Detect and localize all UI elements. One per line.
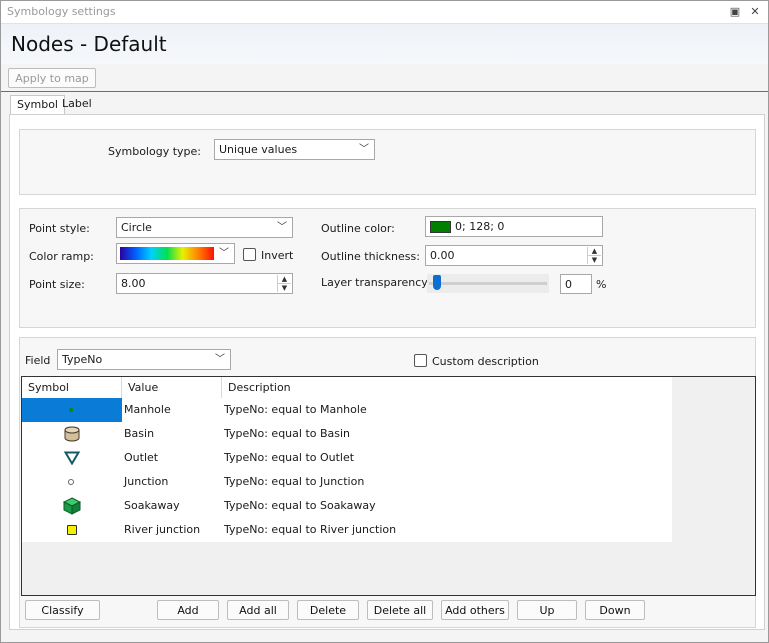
transparency-value: 0 xyxy=(565,278,572,291)
river-junction-square-icon xyxy=(67,525,77,535)
point-style-label: Point style: xyxy=(29,222,90,235)
header: Nodes - Default xyxy=(1,24,768,64)
small-green-dot-icon xyxy=(69,408,73,412)
outline-thickness-value: 0.00 xyxy=(430,249,455,262)
table-row[interactable]: Basin TypeNo: equal to Basin xyxy=(22,422,672,446)
style-panel: Point style: Circle ﹀ Color ramp: ﹀ Inve… xyxy=(19,208,756,328)
classify-button[interactable]: Classify xyxy=(25,600,100,620)
chevron-down-icon: ﹀ xyxy=(219,248,229,259)
symbology-settings-window: Symbology settings ▣ ✕ Nodes - Default A… xyxy=(0,0,769,643)
restore-icon[interactable]: ▣ xyxy=(727,4,743,20)
color-ramp-swatch xyxy=(120,247,214,260)
color-ramp-label: Color ramp: xyxy=(29,250,94,263)
value-cell: Manhole xyxy=(124,403,171,416)
table-header: Symbol Value Description xyxy=(22,377,672,399)
value-cell: Soakaway xyxy=(124,499,180,512)
transparency-input[interactable]: 0 xyxy=(560,274,592,294)
chevron-down-icon: ﹀ xyxy=(359,144,369,155)
field-select[interactable]: TypeNo ﹀ xyxy=(57,349,231,370)
chevron-down-icon: ﹀ xyxy=(215,354,225,365)
outline-color-label: Outline color: xyxy=(321,222,395,235)
table-row[interactable]: Outlet TypeNo: equal to Outlet xyxy=(22,446,672,470)
description-cell: TypeNo: equal to River junction xyxy=(224,523,397,536)
table-row[interactable]: Manhole TypeNo: equal to Manhole xyxy=(22,398,672,422)
point-size-label: Point size: xyxy=(29,278,85,291)
point-size-value: 8.00 xyxy=(121,277,146,290)
symbology-type-panel: Symbology type: Unique values ﹀ xyxy=(19,129,756,195)
description-cell: TypeNo: equal to Basin xyxy=(224,427,351,440)
custom-description-label: Custom description xyxy=(432,355,539,368)
symbol-cell xyxy=(22,494,122,518)
symbol-cell xyxy=(22,470,122,494)
add-all-button[interactable]: Add all xyxy=(227,600,289,620)
delete-button[interactable]: Delete xyxy=(297,600,359,620)
up-button[interactable]: Up xyxy=(517,600,577,620)
spin-down-icon[interactable]: ▼ xyxy=(278,284,291,292)
symbology-type-label: Symbology type: xyxy=(108,145,201,158)
outline-color-picker[interactable]: 0; 128; 0 xyxy=(425,216,603,237)
point-size-input[interactable]: 8.00 ▲ ▼ xyxy=(116,273,293,294)
point-size-spinner[interactable]: ▲ ▼ xyxy=(277,275,291,292)
table-row[interactable]: River junction TypeNo: equal to River ju… xyxy=(22,518,672,542)
add-others-button[interactable]: Add others xyxy=(441,600,509,620)
value-cell: Junction xyxy=(124,475,169,488)
percent-label: % xyxy=(596,278,607,291)
apply-to-map-button[interactable]: Apply to map xyxy=(8,68,96,88)
delete-all-button[interactable]: Delete all xyxy=(367,600,433,620)
layer-transparency-label: Layer transparency: xyxy=(321,276,431,289)
title-bar: Symbology settings ▣ ✕ xyxy=(1,1,768,24)
symbol-cell xyxy=(22,446,122,470)
description-cell: TypeNo: equal to Soakaway xyxy=(224,499,376,512)
toolbar: Apply to map xyxy=(1,65,768,92)
column-header-symbol[interactable]: Symbol xyxy=(22,377,122,398)
spin-down-icon[interactable]: ▼ xyxy=(588,256,601,264)
field-value: TypeNo xyxy=(62,353,103,366)
description-cell: TypeNo: equal to Outlet xyxy=(224,451,355,464)
slider-track xyxy=(429,282,547,285)
add-button[interactable]: Add xyxy=(157,600,219,620)
outlet-triangle-icon xyxy=(64,451,80,465)
point-style-select[interactable]: Circle ﹀ xyxy=(116,217,293,238)
value-cell: River junction xyxy=(124,523,201,536)
outline-color-swatch xyxy=(430,221,451,233)
symbology-type-value: Unique values xyxy=(219,143,298,156)
outline-color-value: 0; 128; 0 xyxy=(455,220,505,233)
symbol-cell xyxy=(22,422,122,446)
soakaway-cube-icon xyxy=(63,497,81,515)
invert-checkbox[interactable] xyxy=(243,248,256,261)
table-empty-area xyxy=(672,377,755,595)
transparency-slider[interactable] xyxy=(427,274,549,293)
down-button[interactable]: Down xyxy=(585,600,645,620)
table-row[interactable]: Soakaway TypeNo: equal to Soakaway xyxy=(22,494,672,518)
window-title: Symbology settings xyxy=(7,5,116,18)
description-cell: TypeNo: equal to Manhole xyxy=(224,403,367,416)
symbol-table: Symbol Value Description Manhole TypeNo:… xyxy=(21,376,756,596)
slider-thumb[interactable] xyxy=(433,275,441,290)
outline-thickness-label: Outline thickness: xyxy=(321,250,420,263)
field-label: Field xyxy=(25,354,51,367)
tab-label[interactable]: Label xyxy=(56,95,98,113)
point-style-value: Circle xyxy=(121,221,152,234)
column-header-description[interactable]: Description xyxy=(222,377,672,398)
custom-description-checkbox[interactable] xyxy=(414,354,427,367)
junction-circle-icon xyxy=(68,479,74,485)
symbology-type-select[interactable]: Unique values ﹀ xyxy=(214,139,375,160)
table-row[interactable]: Junction TypeNo: equal to Junction xyxy=(22,470,672,494)
value-cell: Basin xyxy=(124,427,155,440)
spin-up-icon[interactable]: ▲ xyxy=(278,275,291,284)
column-header-value[interactable]: Value xyxy=(122,377,222,398)
page-title: Nodes - Default xyxy=(11,32,167,56)
close-icon[interactable]: ✕ xyxy=(747,4,763,20)
value-cell: Outlet xyxy=(124,451,159,464)
invert-label: Invert xyxy=(261,249,294,262)
basin-cylinder-icon xyxy=(64,426,80,442)
color-ramp-select[interactable]: ﹀ xyxy=(116,243,235,264)
outline-thickness-spinner[interactable]: ▲ ▼ xyxy=(587,247,601,264)
spin-up-icon[interactable]: ▲ xyxy=(588,247,601,256)
description-cell: TypeNo: equal to Junction xyxy=(224,475,365,488)
symbol-cell xyxy=(22,518,122,542)
chevron-down-icon: ﹀ xyxy=(277,222,287,233)
symbol-cell xyxy=(22,398,122,422)
outline-thickness-input[interactable]: 0.00 ▲ ▼ xyxy=(425,245,603,266)
